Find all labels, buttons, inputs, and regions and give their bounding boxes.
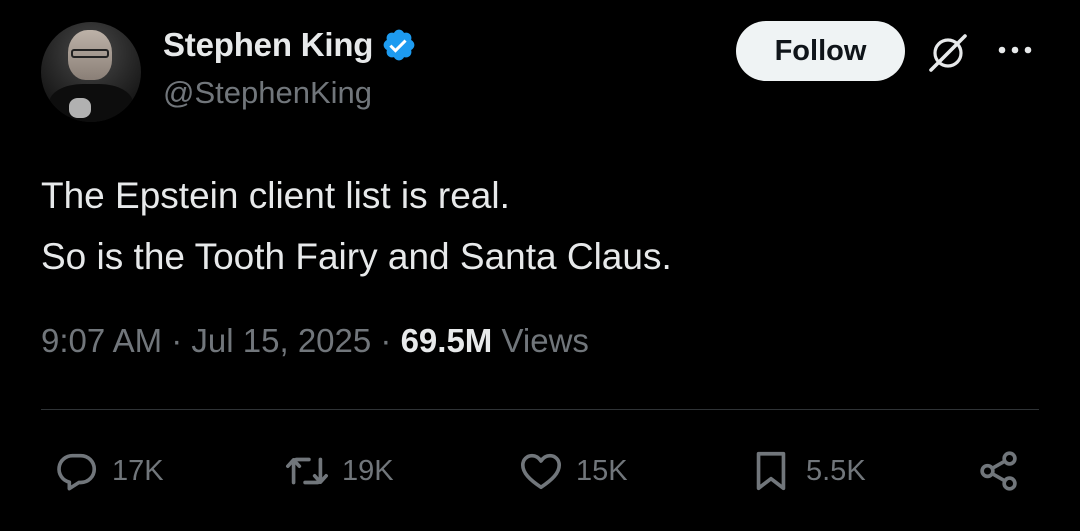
follow-button[interactable]: Follow (736, 21, 905, 81)
tweet-text-line: The Epstein client list is real. (41, 175, 510, 216)
reply-icon (57, 453, 97, 491)
avatar-shirt (49, 84, 133, 122)
tweet-card: Stephen King @StephenKing Follow The Eps… (0, 0, 1080, 531)
heart-icon (520, 453, 562, 490)
reply-count: 17K (112, 454, 164, 487)
retweet-count: 19K (342, 454, 394, 487)
avatar-glasses (71, 49, 109, 58)
tweet-meta: 9:07 AM · Jul 15, 2025 · 69.5M Views (41, 322, 589, 360)
divider (41, 409, 1039, 410)
retweet-icon (286, 457, 328, 485)
tweet-text-line: So is the Tooth Fairy and Santa Claus. (41, 236, 672, 277)
bookmark-icon (756, 451, 786, 491)
meta-separator: · (171, 322, 183, 359)
bookmark-count: 5.5K (806, 454, 866, 487)
bookmark-button[interactable]: 5.5K (748, 448, 866, 494)
author-name-row: Stephen King (163, 26, 417, 64)
grok-icon[interactable] (925, 30, 971, 76)
like-count: 15K (576, 454, 628, 487)
like-button[interactable]: 15K (518, 448, 628, 494)
more-icon[interactable] (995, 40, 1035, 60)
verified-badge-icon[interactable] (381, 27, 417, 63)
author-handle[interactable]: @StephenKing (163, 75, 372, 111)
tweet-text: The Epstein client list is real. So is t… (41, 165, 672, 287)
tweet-date[interactable]: Jul 15, 2025 (191, 322, 371, 359)
meta-separator: · (380, 322, 392, 359)
avatar-shirt-print (69, 98, 91, 118)
avatar[interactable] (41, 22, 141, 122)
retweet-button[interactable]: 19K (284, 448, 394, 494)
views-count[interactable]: 69.5M (401, 322, 493, 359)
share-button[interactable] (976, 448, 1022, 494)
views-label: Views (501, 322, 589, 359)
reply-button[interactable]: 17K (54, 448, 164, 494)
author-display-name[interactable]: Stephen King (163, 26, 373, 64)
share-icon (980, 451, 1017, 491)
tweet-time[interactable]: 9:07 AM (41, 322, 162, 359)
